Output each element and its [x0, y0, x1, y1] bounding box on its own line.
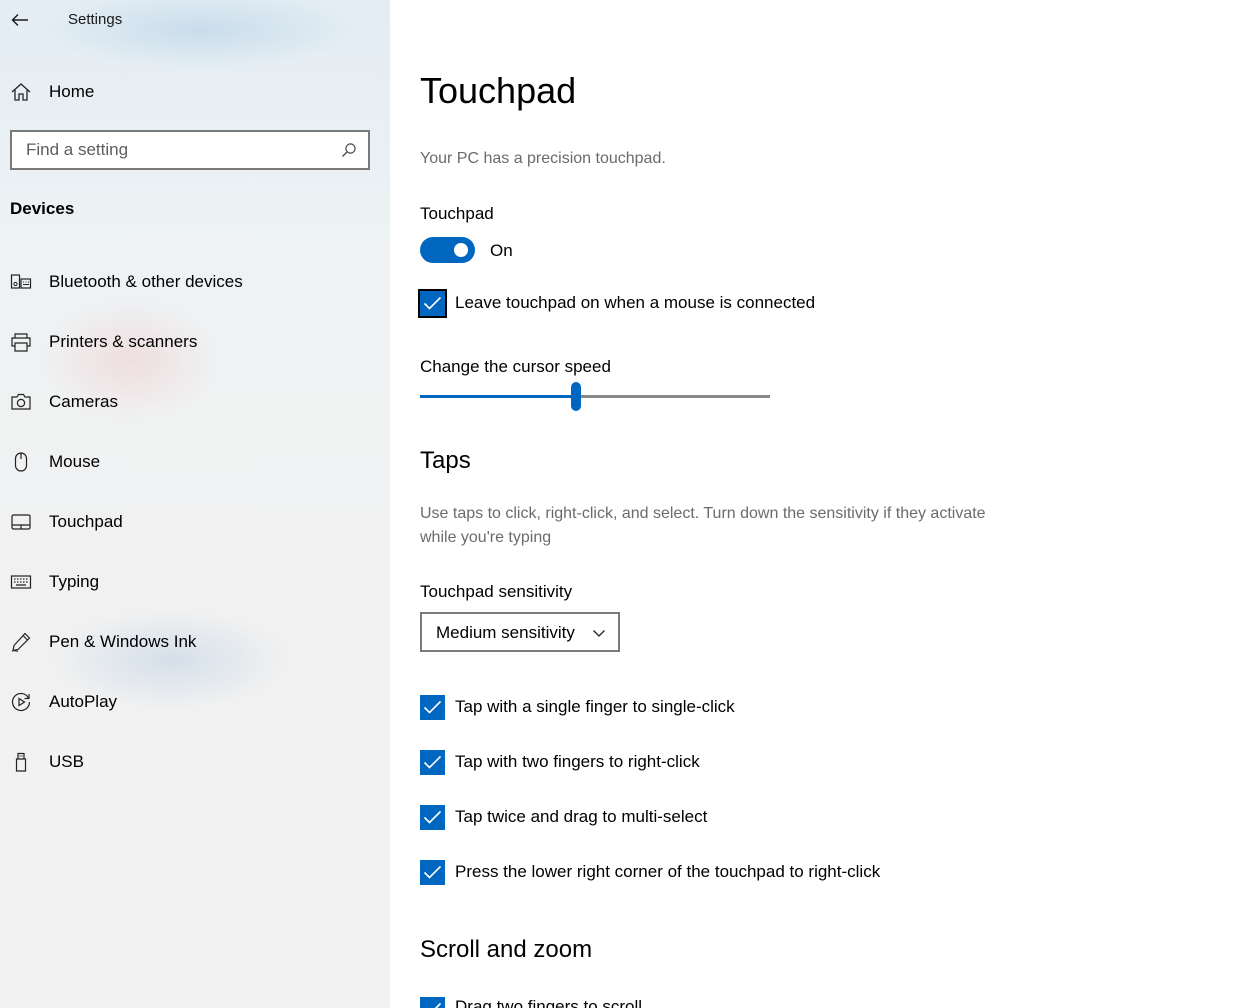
search-icon[interactable]: [340, 141, 358, 159]
touchpad-icon: [10, 511, 32, 533]
sidebar-item-label: Home: [49, 82, 95, 101]
navigation-pane: Settings Home Devices: [0, 0, 390, 1008]
sidebar-item-touchpad[interactable]: Touchpad: [0, 492, 390, 552]
title-bar: Settings: [0, 0, 390, 42]
sidebar-item-label: Bluetooth & other devices: [49, 272, 243, 291]
content-pane: Touchpad Your PC has a precision touchpa…: [390, 0, 1249, 1008]
sidebar-item-mouse[interactable]: Mouse: [0, 432, 390, 492]
bluetooth-devices-icon: [10, 271, 32, 293]
search-input[interactable]: [12, 133, 322, 167]
sidebar-item-label: Mouse: [49, 452, 101, 471]
sidebar-item-label: Pen & Windows Ink: [49, 632, 197, 651]
sidebar-item-autoplay[interactable]: AutoPlay: [0, 672, 390, 732]
sidebar-item-label: Touchpad: [49, 512, 123, 531]
slider-track-fill: [420, 395, 576, 398]
touchpad-toggle-switch[interactable]: [420, 237, 475, 263]
leave-touchpad-on-label: Leave touchpad on when a mouse is connec…: [455, 293, 816, 312]
home-icon: [10, 81, 32, 103]
scroll-zoom-section-title: Scroll and zoom: [420, 936, 593, 963]
sidebar-item-typing[interactable]: Typing: [0, 552, 390, 612]
sidebar-nav-list: Bluetooth & other devices Printers & sca…: [0, 252, 390, 792]
sidebar-item-label: USB: [49, 752, 84, 771]
chevron-down-icon: [593, 630, 605, 637]
page-title: Touchpad: [420, 70, 577, 111]
tap-twice-drag-label: Tap twice and drag to multi-select: [455, 807, 708, 826]
single-finger-tap-label: Tap with a single finger to single-click: [455, 697, 735, 716]
touchpad-toggle-label: Touchpad: [420, 204, 494, 223]
checkmark-icon: [423, 296, 442, 310]
checkmark-icon: [423, 865, 442, 879]
touchpad-sensitivity-label: Touchpad sensitivity: [420, 582, 573, 601]
checkmark-icon: [423, 755, 442, 769]
drag-two-fingers-scroll-checkbox[interactable]: [420, 997, 445, 1008]
search-box: [10, 130, 370, 170]
mouse-icon: [10, 451, 32, 473]
drag-two-fingers-scroll-label: Drag two fingers to scroll: [455, 997, 643, 1008]
checkmark-icon: [434, 1002, 442, 1008]
tap-twice-drag-checkbox[interactable]: [420, 805, 445, 830]
sidebar-item-label: AutoPlay: [49, 692, 118, 711]
printer-icon: [10, 331, 32, 353]
sidebar-item-label: Cameras: [49, 392, 118, 411]
toggle-knob: [454, 243, 468, 257]
keyboard-icon: [10, 571, 32, 593]
sidebar-item-home[interactable]: Home: [0, 72, 390, 112]
toggle-state-text: On: [490, 241, 513, 260]
two-finger-tap-label: Tap with two fingers to right-click: [455, 752, 700, 771]
lower-right-corner-label: Press the lower right corner of the touc…: [455, 862, 881, 881]
checkmark-icon: [423, 810, 442, 824]
app-title: Settings: [68, 11, 123, 28]
taps-section-title: Taps: [420, 447, 471, 474]
lower-right-corner-checkbox[interactable]: [420, 860, 445, 885]
camera-icon: [10, 391, 32, 413]
sidebar-item-usb[interactable]: USB: [0, 732, 390, 792]
touchpad-sensitivity-dropdown[interactable]: Medium sensitivity: [420, 612, 620, 652]
pen-icon: [10, 631, 32, 653]
sidebar-item-cameras[interactable]: Cameras: [0, 372, 390, 432]
sidebar-item-label: Printers & scanners: [49, 332, 198, 351]
sidebar-item-bluetooth[interactable]: Bluetooth & other devices: [0, 252, 390, 312]
sidebar-item-label: Typing: [49, 572, 100, 591]
autoplay-icon: [10, 691, 32, 713]
leave-touchpad-on-checkbox[interactable]: [418, 289, 447, 318]
taps-description: Use taps to click, right-click, and sele…: [420, 505, 986, 546]
precision-touchpad-text: Your PC has a precision touchpad.: [420, 150, 666, 167]
usb-icon: [10, 751, 32, 773]
sidebar-item-pen[interactable]: Pen & Windows Ink: [0, 612, 390, 672]
slider-thumb[interactable]: [570, 382, 581, 411]
dropdown-selected-value: Medium sensitivity: [436, 623, 575, 642]
sidebar-item-printers[interactable]: Printers & scanners: [0, 312, 390, 372]
two-finger-tap-checkbox[interactable]: [420, 750, 445, 775]
checkmark-icon: [423, 700, 442, 714]
cursor-speed-slider[interactable]: [420, 380, 770, 414]
single-finger-tap-checkbox[interactable]: [420, 695, 445, 720]
back-button[interactable]: [4, 4, 36, 36]
sidebar-section-heading: Devices: [10, 199, 75, 218]
back-arrow-icon: [11, 14, 28, 26]
cursor-speed-label: Change the cursor speed: [420, 357, 611, 376]
